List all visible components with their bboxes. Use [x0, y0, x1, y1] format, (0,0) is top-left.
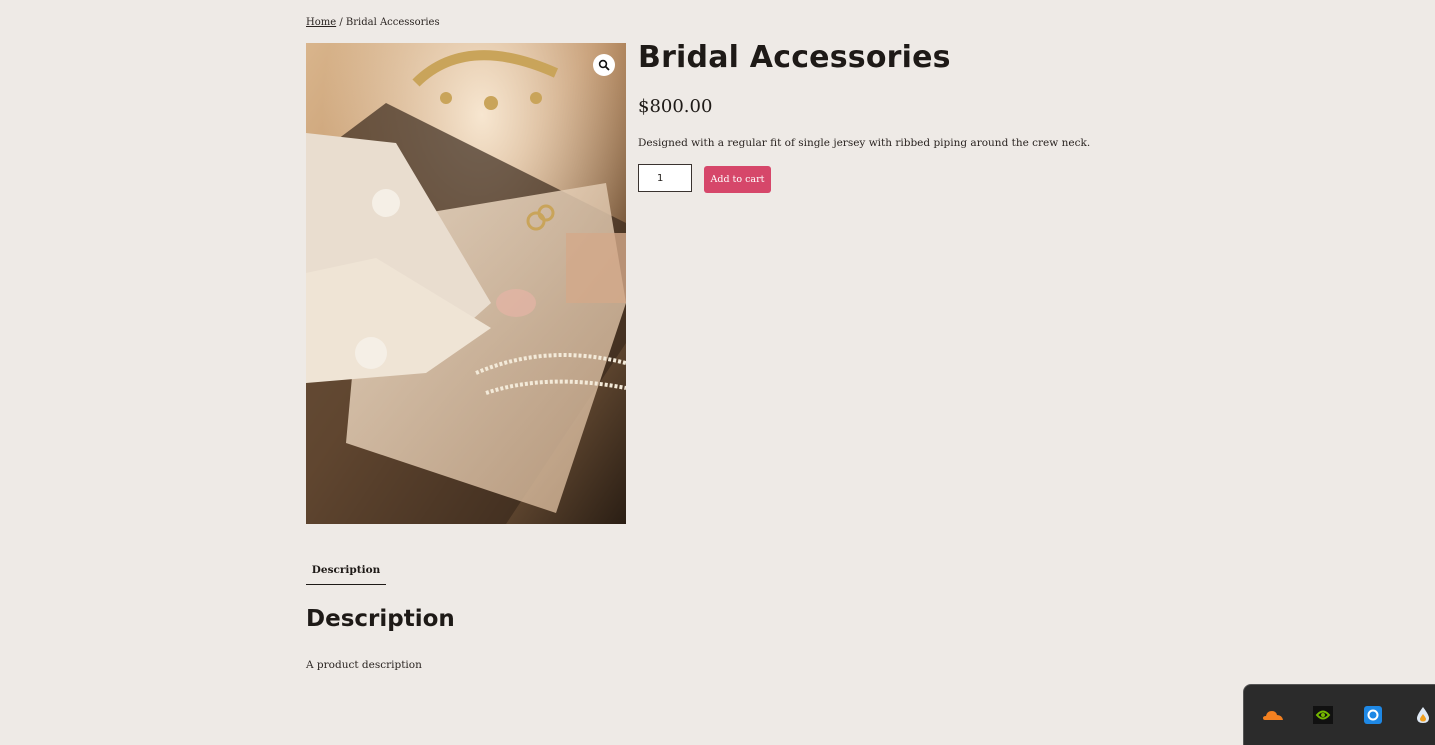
nvidia-icon[interactable]: [1312, 704, 1334, 726]
breadcrumb-current: Bridal Accessories: [345, 17, 440, 28]
product-page: Home / Bridal Accessories Bridal Accesso…: [0, 0, 1435, 745]
product-price: $800.00: [638, 96, 713, 117]
add-to-cart-button[interactable]: Add to cart: [704, 166, 771, 193]
droplet-icon[interactable]: [1412, 704, 1434, 726]
product-image[interactable]: [306, 43, 626, 524]
description-heading: Description: [306, 606, 455, 632]
description-text: A product description: [306, 659, 422, 671]
breadcrumb-home-link[interactable]: Home: [306, 17, 336, 28]
cloudflare-icon[interactable]: [1262, 704, 1284, 726]
product-short-description: Designed with a regular fit of single je…: [638, 137, 1091, 149]
product-title: Bridal Accessories: [638, 40, 951, 75]
magnifier-zoom-icon: [598, 59, 610, 71]
quantity-input[interactable]: [638, 164, 692, 192]
breadcrumb-separator: /: [336, 17, 346, 28]
screen-capture-icon[interactable]: [1362, 704, 1384, 726]
product-photo: [306, 43, 626, 524]
tab-description[interactable]: Description: [306, 560, 386, 585]
breadcrumb: Home / Bridal Accessories: [306, 17, 440, 28]
zoom-button[interactable]: [593, 54, 615, 76]
system-tray-popup: [1243, 684, 1435, 745]
